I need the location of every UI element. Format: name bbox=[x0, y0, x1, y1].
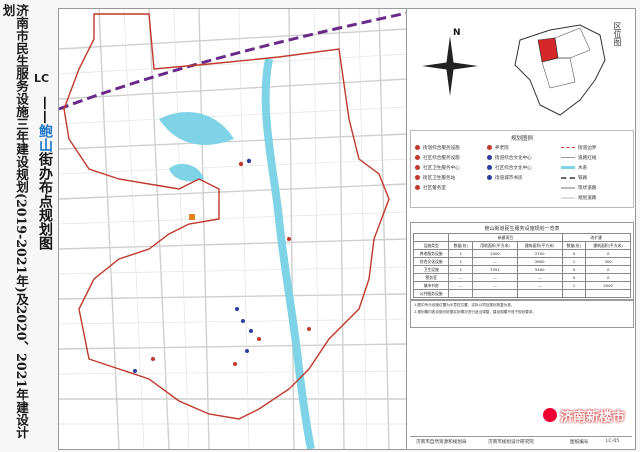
facility-data-table: 新建项目 改扩建 设施类型 数量(处) 用地面积(平方米) 建筑面积(平方米) … bbox=[412, 233, 631, 298]
legend-item: 街道边界 bbox=[561, 145, 596, 151]
footer-center: 济南市规划设计研究院 bbox=[488, 440, 534, 445]
note-line: 1.图中所示设施位置为示意性位置，实际以项目规划批复为准。 bbox=[414, 303, 515, 307]
facility-marker[interactable] bbox=[257, 337, 261, 341]
legend-item: 铁路 bbox=[561, 175, 587, 181]
facility-marker[interactable] bbox=[235, 307, 239, 311]
table-header: 数量(处) bbox=[561, 241, 587, 250]
inset-label: 区位图 bbox=[613, 22, 622, 46]
table-header: 建筑面积(平方米) bbox=[585, 241, 631, 250]
legend: 规划图例 街道综合服务设施 社区综合服务设施 社区卫生服务中心 街区卫生服务站 … bbox=[410, 130, 634, 208]
facility-marker[interactable] bbox=[307, 327, 311, 331]
table-group-header: 改扩建 bbox=[561, 233, 631, 242]
table-row: 综合文化设施 1—2600 1 300 bbox=[412, 257, 631, 266]
legend-item: 街道城市书房 bbox=[487, 175, 523, 181]
facility-marker[interactable] bbox=[238, 161, 244, 167]
facility-marker[interactable] bbox=[151, 357, 155, 361]
legend-item: 养老院 bbox=[487, 145, 509, 151]
facility-marker[interactable] bbox=[246, 158, 252, 164]
table-group-header: 新建项目 bbox=[448, 233, 563, 242]
table-row: 卫生设施 1 3351 5400 0 0 bbox=[412, 265, 631, 274]
legend-item: 社区警务室 bbox=[415, 185, 446, 191]
facility-marker[interactable] bbox=[287, 237, 291, 241]
compass-rose-icon bbox=[422, 36, 478, 96]
facility-marker[interactable] bbox=[233, 362, 237, 366]
facility-marker[interactable] bbox=[249, 329, 253, 333]
facility-table: 鲍山街道民生服务设施规划一览表 新建项目 改扩建 设施类型 数量(处) 用地面积… bbox=[410, 222, 634, 300]
north-label: N bbox=[453, 28, 461, 38]
map-subtitle: ——鲍山街办布点规划图 bbox=[36, 96, 54, 250]
table-row: 公共服务设施 bbox=[412, 289, 631, 298]
main-map[interactable] bbox=[58, 8, 408, 450]
river bbox=[261, 58, 315, 449]
legend-item: 街道综合文化中心 bbox=[487, 155, 532, 161]
table-row: 城市书房 — — —1 2000 bbox=[412, 281, 631, 290]
legend-title: 规划图例 bbox=[510, 136, 533, 142]
legend-item: 街区卫生服务站 bbox=[415, 175, 455, 181]
footer: 济南市自然资源和规划局 济南市规划设计研究院 图纸编号 LC-05 bbox=[410, 436, 632, 447]
subtitle-highlight: 鲍山 bbox=[37, 124, 53, 152]
footer-right-label: 图纸编号 bbox=[570, 440, 589, 445]
legend-item: 社区卫生服务中心 bbox=[415, 165, 460, 171]
map-svg bbox=[59, 9, 407, 449]
note-line: 2.规划期内各设施可依据实际情况进行适当调整，建设规模不低于规划要求。 bbox=[414, 310, 537, 314]
table-row: 养老服务设施 1 2000 2700 0 0 bbox=[412, 249, 631, 258]
legend-item: 社区综合服务设施 bbox=[415, 155, 460, 161]
watermark: 济南新楼市 bbox=[560, 410, 626, 425]
subtitle-prefix: —— bbox=[37, 96, 53, 124]
table-row: 警务室 — — —0 0 bbox=[412, 273, 631, 282]
legend-item: 街道综合服务设施 bbox=[415, 145, 460, 151]
facility-marker[interactable] bbox=[241, 319, 245, 323]
vertical-title: 济南市民生服务设施三年建设规划(2019-2021年)及2020、2021年建设… bbox=[0, 4, 29, 439]
legend-item: 现状道路 bbox=[561, 185, 596, 191]
legend-item: 社区综合文化中心 bbox=[487, 165, 532, 171]
lake bbox=[159, 111, 234, 145]
legend-item: 水系 bbox=[561, 165, 587, 171]
road-network bbox=[59, 9, 407, 449]
table-group-header bbox=[412, 233, 450, 242]
table-header: 建筑面积(平方米) bbox=[516, 241, 563, 250]
facility-marker[interactable] bbox=[133, 369, 137, 373]
table-header: 用地面积(平方米) bbox=[472, 241, 518, 250]
footer-right-code: LC-05 bbox=[606, 439, 620, 444]
facility-marker[interactable] bbox=[245, 349, 249, 353]
legend-item: 规划道路 bbox=[561, 195, 596, 201]
footer-left: 济南市自然资源和规划局 bbox=[416, 440, 467, 445]
watermark-logo-icon bbox=[542, 407, 558, 423]
table-header: 设施类型 bbox=[412, 241, 450, 250]
compass: N bbox=[420, 26, 480, 106]
legend-item: 道路红线 bbox=[561, 155, 596, 161]
facility-marker[interactable] bbox=[189, 214, 195, 220]
table-header: 数量(处) bbox=[448, 241, 474, 250]
map-code: LC bbox=[34, 72, 50, 85]
notes: 1.图中所示设施位置为示意性位置，实际以项目规划批复为准。 2.规划期内各设施可… bbox=[410, 300, 634, 328]
table-title: 鲍山街道民生服务设施规划一览表 bbox=[484, 226, 560, 232]
subtitle-rest: 街办布点规划图 bbox=[37, 152, 53, 250]
minor-roads bbox=[59, 9, 407, 449]
